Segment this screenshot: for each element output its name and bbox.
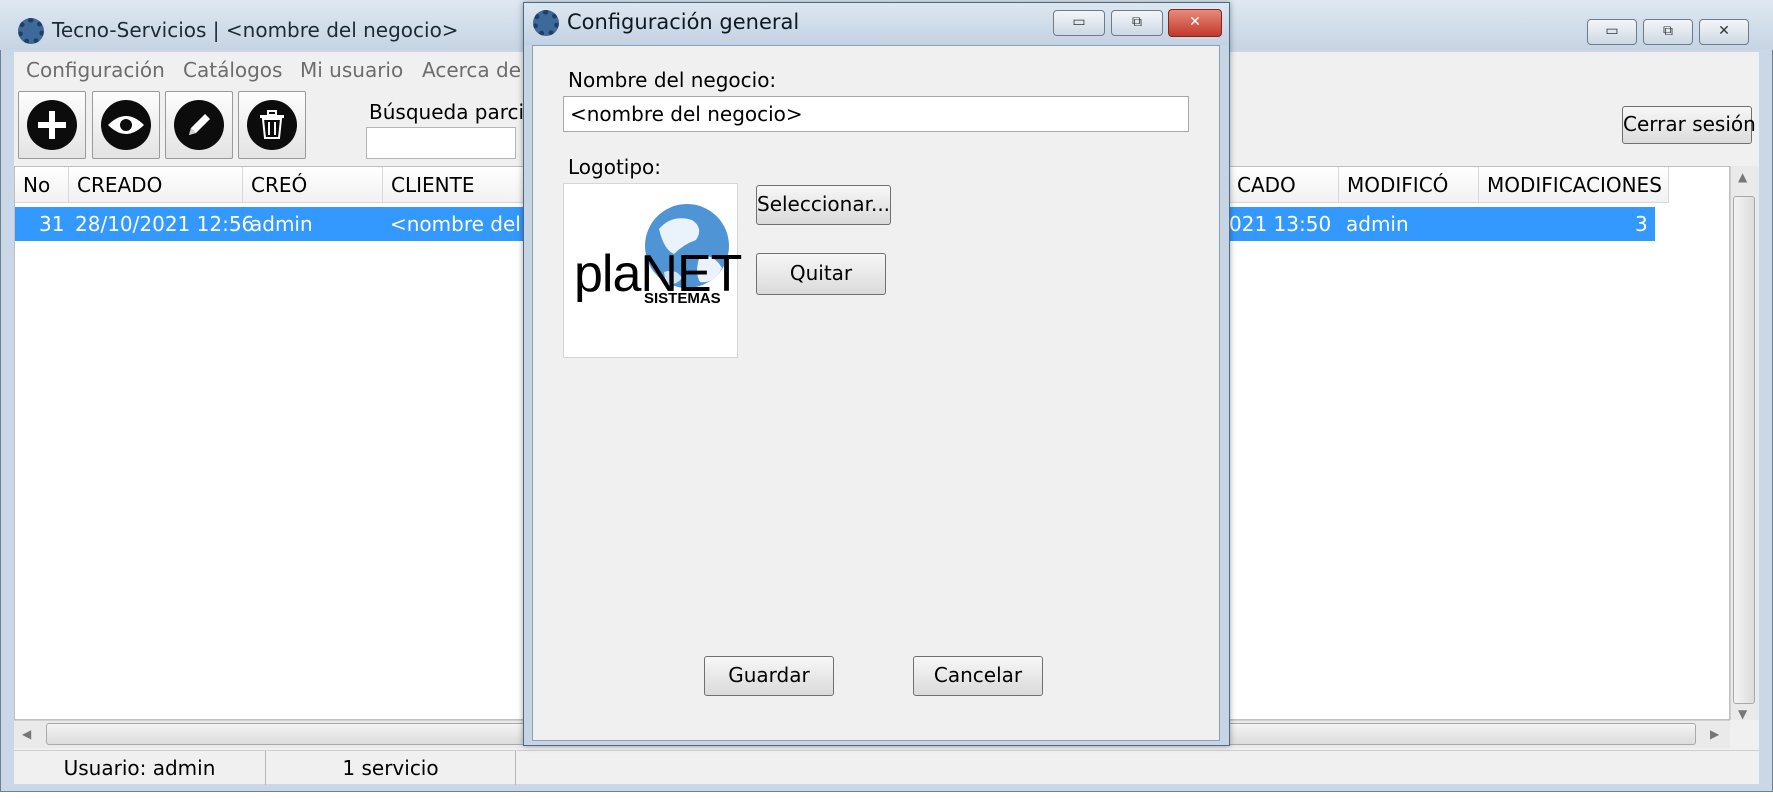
- app-gear-icon: [18, 18, 44, 44]
- delete-button[interactable]: [238, 91, 306, 159]
- cell-modifier: admin: [1346, 212, 1409, 236]
- plus-icon: [27, 100, 77, 150]
- cancel-button[interactable]: Cancelar: [913, 656, 1043, 696]
- cell-created: 28/10/2021 12:56: [75, 212, 255, 236]
- status-bar: Usuario: admin 1 servicio: [14, 750, 1759, 785]
- dialog-minimize-button[interactable]: ▭: [1053, 10, 1105, 36]
- dialog-maximize-button[interactable]: ⧉: [1111, 10, 1163, 36]
- scroll-down-arrow-icon[interactable]: ▼: [1738, 707, 1747, 721]
- logo-preview[interactable]: plaNET SISTEMAS: [563, 183, 742, 358]
- column-header-creo[interactable]: CREÓ: [243, 167, 383, 203]
- column-header-creado[interactable]: CREADO: [69, 167, 243, 203]
- scroll-right-arrow-icon[interactable]: ▶: [1710, 727, 1719, 741]
- cell-client: <nombre del c: [390, 212, 530, 236]
- select-logo-button[interactable]: Seleccionar...: [756, 185, 891, 225]
- menu-configuracion[interactable]: Configuración: [26, 58, 165, 82]
- scroll-up-arrow-icon[interactable]: ▲: [1738, 170, 1747, 184]
- view-button[interactable]: [92, 91, 160, 159]
- vertical-scroll-thumb[interactable]: [1733, 196, 1755, 704]
- eye-icon: [101, 100, 151, 150]
- main-close-button[interactable]: ✕: [1699, 19, 1749, 45]
- main-minimize-button[interactable]: ▭: [1587, 19, 1637, 45]
- logo-subtext: SISTEMAS: [644, 290, 721, 307]
- trash-icon: [247, 100, 297, 150]
- dialog-title: Configuración general: [567, 10, 800, 34]
- column-header-modificaciones[interactable]: MODIFICACIONES: [1479, 167, 1669, 203]
- cell-creator: admin: [250, 212, 313, 236]
- cell-modifications: 3: [1635, 212, 1648, 236]
- search-input[interactable]: [366, 127, 516, 159]
- main-window-title: Tecno-Servicios | <nombre del negocio>: [52, 18, 459, 42]
- status-service-count: 1 servicio: [266, 751, 516, 785]
- menu-catalogos[interactable]: Catálogos: [183, 58, 282, 82]
- menu-mi-usuario[interactable]: Mi usuario: [300, 58, 403, 82]
- column-header-no[interactable]: No: [15, 167, 69, 203]
- pencil-icon: [174, 100, 224, 150]
- dialog-gear-icon: [533, 10, 559, 36]
- edit-button[interactable]: [165, 91, 233, 159]
- scroll-left-arrow-icon[interactable]: ◀: [22, 727, 31, 741]
- main-maximize-button[interactable]: ⧉: [1643, 19, 1693, 45]
- business-name-label: Nombre del negocio:: [568, 68, 777, 92]
- search-label: Búsqueda parcia: [369, 100, 537, 124]
- dialog-close-button[interactable]: ✕: [1168, 9, 1222, 37]
- dialog-body: [532, 45, 1220, 741]
- logo-label: Logotipo:: [568, 155, 662, 179]
- remove-logo-button[interactable]: Quitar: [756, 253, 886, 295]
- cell-modified: 021 13:50: [1229, 212, 1332, 236]
- column-header-modifico[interactable]: MODIFICÓ: [1339, 167, 1479, 203]
- save-button[interactable]: Guardar: [704, 656, 834, 696]
- column-header-modificado[interactable]: CADO: [1229, 167, 1339, 203]
- status-user: Usuario: admin: [14, 751, 266, 785]
- cell-no: 31: [39, 212, 65, 236]
- logout-button[interactable]: Cerrar sesión: [1622, 106, 1756, 144]
- column-header-cliente[interactable]: CLIENTE: [383, 167, 533, 203]
- add-button[interactable]: [18, 91, 86, 159]
- business-name-input[interactable]: <nombre del negocio>: [563, 96, 1189, 132]
